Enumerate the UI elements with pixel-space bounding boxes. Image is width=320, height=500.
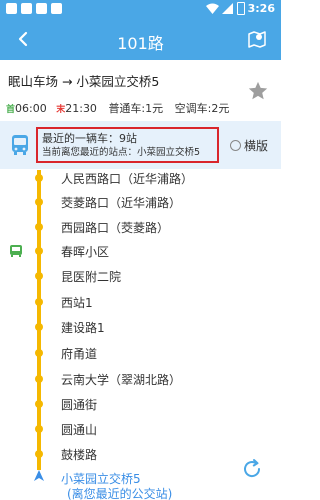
stop-name: 人民西路口（近华浦路） <box>61 172 194 186</box>
stop-item[interactable]: 云南大学（翠湖北路） <box>0 369 281 389</box>
stop-name: 圆通山 <box>61 423 98 437</box>
stop-dot <box>35 298 43 306</box>
page-title: 101路 <box>117 34 164 53</box>
notification-square-icon <box>51 3 62 14</box>
stop-name: 鼓楼路 <box>61 448 98 462</box>
battery-icon <box>237 2 245 15</box>
stop-name: 府甬道 <box>61 347 98 361</box>
destination-note: (离您最近的公交站) <box>67 487 173 500</box>
last-bus-tag: 末 <box>56 105 66 115</box>
first-bus-time: 06:00 <box>15 102 47 115</box>
stop-item[interactable]: 圆通山 <box>0 419 281 439</box>
nearest-stop-text: 当前离您最近的站点：小菜园立交桥5 <box>42 147 201 158</box>
stop-dot <box>35 349 43 357</box>
refresh-icon[interactable] <box>240 457 264 481</box>
radio-icon <box>230 140 241 151</box>
stop-item[interactable]: 府甬道 <box>0 343 281 363</box>
nearest-bus-text: 最近的一辆车：9站 <box>42 132 137 145</box>
stop-name: 圆通街 <box>61 398 98 412</box>
stop-dot <box>35 425 43 433</box>
fare-ac: 空调车:2元 <box>174 102 230 115</box>
landscape-toggle[interactable]: 横版 <box>230 137 268 154</box>
route-direction: 眠山车场 → 小菜园立交桥5 <box>8 74 160 89</box>
last-bus-time: 21:30 <box>65 102 97 115</box>
notification-square-icon <box>21 3 32 14</box>
bus-icon <box>12 135 28 155</box>
stop-dot <box>35 198 43 206</box>
stop-dot <box>35 323 43 331</box>
stop-dot <box>35 375 43 383</box>
stop-dot <box>35 247 43 255</box>
fare-normal: 普通车:1元 <box>108 102 164 115</box>
notification-square-icon <box>36 3 47 14</box>
first-bus-tag: 首 <box>6 105 16 115</box>
map-button[interactable] <box>243 25 271 53</box>
stop-item[interactable]: 西站1 <box>0 292 281 312</box>
stop-item[interactable]: 鼓楼路 <box>0 444 281 464</box>
stop-name: 西站1 <box>61 296 93 310</box>
favorite-star-icon[interactable] <box>247 80 269 102</box>
status-time: 3:26 <box>247 2 275 15</box>
stop-dot <box>35 174 43 182</box>
stop-item[interactable]: 圆通街 <box>0 394 281 414</box>
stop-name: 春晖小区 <box>61 245 110 259</box>
stop-dot <box>35 223 43 231</box>
notification-square-icon <box>6 3 17 14</box>
schedule-fares: 首06:00 末21:30 普通车:1元 空调车:2元 <box>6 100 229 116</box>
stop-dot <box>35 450 43 458</box>
stop-dot <box>35 272 43 280</box>
stop-name: 建设路1 <box>61 321 105 335</box>
stop-dot <box>35 400 43 408</box>
stop-item[interactable]: 昆医附二院 <box>0 266 281 286</box>
signal-icon <box>222 3 233 14</box>
nearest-bus-highlight: 最近的一辆车：9站 当前离您最近的站点：小菜园立交桥5 <box>36 127 219 163</box>
stop-name: 西园路口（茭菱路） <box>61 221 170 235</box>
location-arrow-icon <box>34 470 44 481</box>
wifi-icon <box>206 3 219 14</box>
nearest-bus-panel: 最近的一辆车：9站 当前离您最近的站点：小菜园立交桥5 横版 <box>0 121 281 169</box>
stop-item[interactable]: 春晖小区 <box>0 241 281 261</box>
stop-item[interactable]: 建设路1 <box>0 317 281 337</box>
landscape-label: 横版 <box>244 139 269 153</box>
stop-name: 云南大学（翠湖北路） <box>61 373 182 387</box>
app-bar: 101路 <box>0 18 281 60</box>
stop-item[interactable]: 西园路口（茭菱路） <box>0 217 281 237</box>
map-pin-icon <box>248 31 266 48</box>
stop-item[interactable]: 茭菱路口（近华浦路） <box>0 192 281 212</box>
status-bar: 3:26 <box>0 0 281 18</box>
stop-name: 昆医附二院 <box>61 270 122 284</box>
stop-item[interactable]: 人民西路口（近华浦路） <box>0 168 281 188</box>
stop-name: 茭菱路口（近华浦路） <box>61 196 182 210</box>
